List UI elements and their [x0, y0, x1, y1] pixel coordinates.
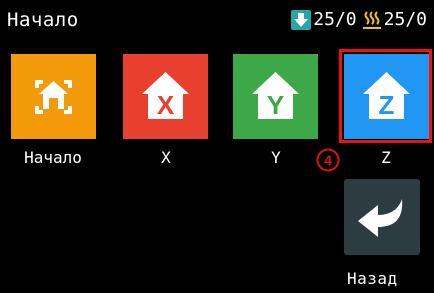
nozzle-temp-value: 25/0: [383, 9, 427, 30]
home-y-label: Y: [271, 148, 281, 167]
home-y-icon: Y: [233, 54, 318, 139]
nozzle-temp-icon: [362, 10, 382, 30]
home-x-label: X: [161, 148, 171, 167]
home-all-button[interactable]: [11, 54, 96, 139]
page-title: Начало: [7, 9, 79, 31]
home-all-label: Начало: [24, 148, 82, 167]
home-z-label: Z: [381, 148, 391, 167]
selection-highlight: [339, 49, 432, 143]
back-button[interactable]: [344, 179, 420, 255]
home-x-button[interactable]: X: [123, 54, 208, 139]
step-marker-badge: 4: [316, 148, 340, 172]
temperature-status: 25/0 25/0: [287, 9, 428, 30]
back-label: Назад: [347, 269, 398, 288]
home-x-icon: X: [123, 54, 208, 139]
home-y-letter: Y: [267, 90, 284, 120]
bed-temp-icon: [291, 9, 312, 30]
header-bar: Начало 25/0 25/0: [0, 0, 434, 44]
home-all-icon: [11, 54, 96, 139]
step-marker-number: 4: [324, 152, 332, 168]
bed-temp-value: 25/0: [313, 9, 357, 30]
home-y-button[interactable]: Y: [233, 54, 318, 139]
home-x-letter: X: [157, 90, 175, 120]
back-arrow-icon: [358, 199, 403, 237]
